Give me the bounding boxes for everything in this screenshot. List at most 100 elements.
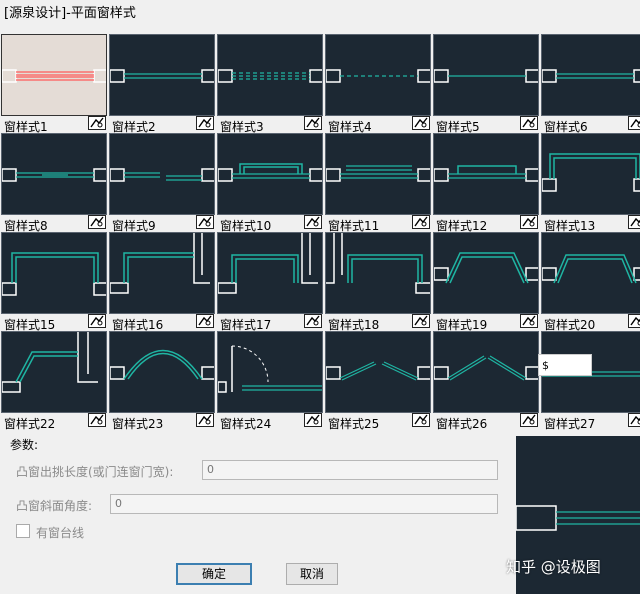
cursor-tooltip: $ xyxy=(538,354,592,376)
window-style-drawing xyxy=(2,168,106,182)
window-style-drawing xyxy=(434,252,538,284)
edit-style-icon[interactable] xyxy=(412,116,430,130)
window-style-thumbnail[interactable] xyxy=(217,133,323,215)
edit-style-icon[interactable] xyxy=(88,314,106,328)
window-style-cell[interactable]: 窗样式23 xyxy=(108,331,216,431)
window-style-drawing xyxy=(326,165,430,182)
edit-style-icon[interactable] xyxy=(520,116,538,130)
window-style-thumbnail[interactable] xyxy=(433,34,539,116)
window-style-cell[interactable]: 窗样式15 xyxy=(0,232,108,332)
bay-angle-input[interactable]: 0 xyxy=(110,494,498,514)
edit-style-icon[interactable] xyxy=(304,413,322,427)
window-style-cell[interactable]: 窗样式27 xyxy=(540,331,640,431)
edit-style-icon[interactable] xyxy=(196,116,214,130)
window-style-cell[interactable]: 窗样式6 xyxy=(540,34,640,134)
window-style-thumbnail[interactable] xyxy=(433,331,539,413)
edit-style-icon[interactable] xyxy=(628,314,640,328)
window-style-thumbnail[interactable] xyxy=(1,232,107,314)
window-style-drawing xyxy=(218,69,322,83)
edit-style-icon[interactable] xyxy=(520,215,538,229)
window-style-cell[interactable]: 窗样式4 xyxy=(324,34,432,134)
edit-style-icon[interactable] xyxy=(88,116,106,130)
window-style-cell[interactable]: 窗样式12 xyxy=(432,133,540,233)
edit-style-icon[interactable] xyxy=(628,413,640,427)
window-style-drawing xyxy=(218,163,322,182)
window-style-drawing xyxy=(542,153,640,192)
edit-style-icon[interactable] xyxy=(628,215,640,229)
window-style-cell[interactable]: 窗样式22 xyxy=(0,331,108,431)
window-title: [源泉设计]-平面窗样式 xyxy=(4,6,136,21)
window-style-label: 窗样式24 xyxy=(220,417,272,431)
edit-style-icon[interactable] xyxy=(304,314,322,328)
edit-style-icon[interactable] xyxy=(196,314,214,328)
window-style-cell[interactable]: 窗样式18 xyxy=(324,232,432,332)
window-style-cell[interactable]: 窗样式9 xyxy=(108,133,216,233)
edit-style-icon[interactable] xyxy=(412,314,430,328)
edit-style-icon[interactable] xyxy=(520,314,538,328)
window-style-thumbnail[interactable] xyxy=(325,133,431,215)
window-style-drawing xyxy=(110,233,210,294)
window-style-drawing xyxy=(2,252,106,296)
window-style-thumbnail[interactable] xyxy=(1,331,107,413)
window-style-cell[interactable]: 窗样式26 xyxy=(432,331,540,431)
window-style-thumbnail[interactable] xyxy=(1,34,107,116)
window-style-drawing xyxy=(218,233,318,294)
window-style-cell[interactable]: 窗样式8 xyxy=(0,133,108,233)
window-style-cell[interactable]: 窗样式13 xyxy=(540,133,640,233)
edit-style-icon[interactable] xyxy=(304,215,322,229)
window-style-thumbnail[interactable] xyxy=(217,34,323,116)
edit-style-icon[interactable] xyxy=(196,215,214,229)
window-style-cell[interactable]: 窗样式16 xyxy=(108,232,216,332)
window-style-label: 窗样式27 xyxy=(544,417,596,431)
window-style-thumbnail[interactable] xyxy=(109,34,215,116)
window-style-thumbnail[interactable] xyxy=(433,133,539,215)
edit-style-icon[interactable] xyxy=(520,413,538,427)
window-style-thumbnail[interactable] xyxy=(217,232,323,314)
window-style-thumbnail[interactable] xyxy=(1,133,107,215)
window-style-cell[interactable]: 窗样式19 xyxy=(432,232,540,332)
window-style-label: 窗样式26 xyxy=(436,417,488,431)
window-style-thumbnail[interactable] xyxy=(325,331,431,413)
window-style-drawing xyxy=(110,69,214,83)
window-style-thumbnail[interactable] xyxy=(325,34,431,116)
window-style-thumbnail[interactable] xyxy=(433,232,539,314)
window-style-cell[interactable]: 窗样式20 xyxy=(540,232,640,332)
window-style-thumbnail[interactable] xyxy=(109,232,215,314)
edit-style-icon[interactable] xyxy=(628,116,640,130)
sill-line-checkbox[interactable] xyxy=(16,524,30,538)
window-style-thumbnail[interactable] xyxy=(109,133,215,215)
window-style-thumbnail[interactable] xyxy=(541,232,640,314)
bay-length-input[interactable]: 0 xyxy=(202,460,498,480)
window-style-cell[interactable]: 窗样式2 xyxy=(108,34,216,134)
window-style-cell[interactable]: 窗样式11 xyxy=(324,133,432,233)
window-style-thumbnail[interactable] xyxy=(541,34,640,116)
window-style-cell[interactable]: 窗样式10 xyxy=(216,133,324,233)
window-style-cell[interactable]: 窗样式24 xyxy=(216,331,324,431)
edit-style-icon[interactable] xyxy=(412,215,430,229)
window-style-drawing xyxy=(434,165,538,182)
edit-style-icon[interactable] xyxy=(88,413,106,427)
window-style-drawing xyxy=(110,168,214,182)
window-style-thumbnail[interactable] xyxy=(217,331,323,413)
window-style-label: 窗样式25 xyxy=(328,417,380,431)
edit-style-icon[interactable] xyxy=(412,413,430,427)
window-style-thumbnail[interactable] xyxy=(541,133,640,215)
ok-button[interactable]: 确定 xyxy=(176,563,252,585)
window-style-cell[interactable]: 窗样式1 xyxy=(0,34,108,134)
window-style-drawing xyxy=(434,355,538,381)
cancel-button[interactable]: 取消 xyxy=(286,563,338,585)
window-style-cell[interactable]: 窗样式17 xyxy=(216,232,324,332)
window-style-label: 窗样式22 xyxy=(4,417,56,431)
window-style-drawing xyxy=(2,69,106,83)
window-style-drawing xyxy=(326,361,430,381)
edit-style-icon[interactable] xyxy=(196,413,214,427)
window-style-thumbnail[interactable] xyxy=(109,331,215,413)
window-style-drawing xyxy=(218,345,322,393)
window-style-thumbnail[interactable] xyxy=(325,232,431,314)
edit-style-icon[interactable] xyxy=(304,116,322,130)
window-style-drawing xyxy=(542,254,640,284)
window-style-cell[interactable]: 窗样式5 xyxy=(432,34,540,134)
window-style-cell[interactable]: 窗样式3 xyxy=(216,34,324,134)
edit-style-icon[interactable] xyxy=(88,215,106,229)
window-style-cell[interactable]: 窗样式25 xyxy=(324,331,432,431)
